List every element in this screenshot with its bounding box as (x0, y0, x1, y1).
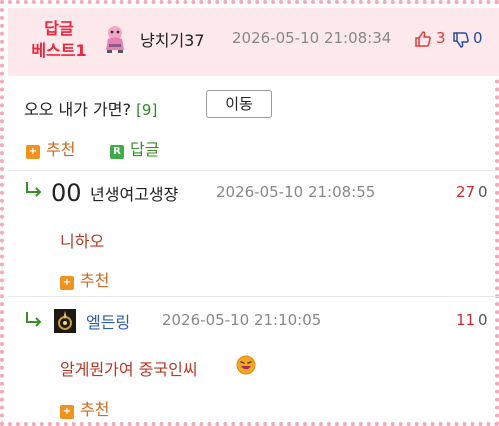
divider (8, 170, 499, 171)
laughing-emoji-icon (236, 355, 256, 375)
user-avatar-icon[interactable] (102, 24, 130, 54)
divider (8, 296, 499, 297)
recommend-button[interactable]: + 추천 (26, 136, 75, 160)
comment-date: 2026-05-10 21:08:55 (216, 183, 376, 201)
reply-arrow-icon (26, 312, 42, 327)
post-title-text[interactable]: 오오 내가 가면? (24, 100, 131, 119)
reply-arrow-icon (26, 182, 42, 197)
comment-text: 알게뭔가여 중국인씨 (60, 360, 198, 379)
comment-upvote-count: 11 (456, 311, 476, 329)
comment-text: 니하오 (60, 232, 105, 251)
best-reply-date: 2026-05-10 21:08:34 (232, 29, 392, 47)
post-comment-count: [9] (136, 101, 158, 119)
best-downvote-count: 0 (473, 29, 483, 47)
plus-icon: + (60, 276, 74, 290)
comment-nickname[interactable]: 엘든링 (86, 309, 130, 333)
comment-downvote-count: 0 (478, 311, 488, 329)
move-button[interactable]: 이동 (206, 90, 272, 118)
recommend-label: 추천 (46, 140, 76, 159)
comment-nickname[interactable]: 년생여고생쟝 (90, 181, 178, 205)
reply-icon: R (110, 145, 124, 159)
comment-date: 2026-05-10 21:10:05 (162, 311, 322, 329)
comment-recommend-label: 추천 (80, 400, 110, 419)
reply-label: 답글 (130, 140, 160, 159)
comment-recommend-button[interactable]: + 추천 (60, 396, 109, 420)
best-reply-nickname[interactable]: 냥치기37 (140, 27, 205, 51)
post-title[interactable]: 오오 내가 가면? [9] (24, 96, 157, 120)
user-avatar-icon[interactable] (54, 309, 76, 333)
comment-upvote-count: 27 (456, 183, 476, 201)
best-reply-badge: 답글 베스트1 (22, 18, 96, 62)
best-upvote-count: 3 (436, 29, 446, 47)
best-badge-line2: 베스트1 (31, 41, 87, 60)
comment-downvote-count: 0 (478, 183, 488, 201)
comment-panel: 답글 베스트1 냥치기37 2026-05-10 21:08:34 3 0 오오… (0, 0, 499, 426)
plus-icon: + (26, 145, 40, 159)
plus-icon: + (60, 405, 74, 419)
comment-recommend-label: 추천 (80, 271, 110, 290)
comment-nickname-prefix[interactable]: 00 (51, 179, 82, 207)
comment-recommend-button[interactable]: + 추천 (60, 267, 109, 291)
reply-button[interactable]: R 답글 (110, 136, 159, 160)
thumbs-down-icon[interactable] (452, 31, 470, 49)
thumbs-up-icon[interactable] (414, 30, 432, 48)
best-badge-line1: 답글 (44, 19, 74, 38)
